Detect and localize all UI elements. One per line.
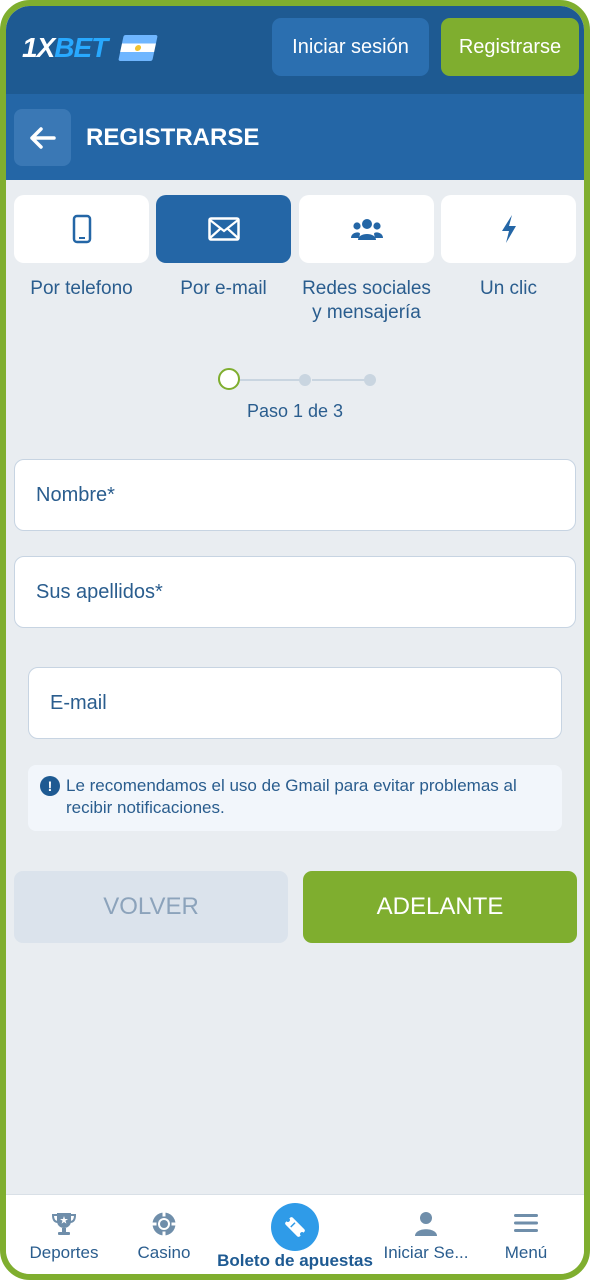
back-button[interactable] [14, 109, 71, 166]
step-connector [312, 379, 368, 381]
gmail-notice: ! Le recomendamos el uso de Gmail para e… [28, 765, 562, 831]
tab-card[interactable] [156, 195, 291, 263]
tab-label: Un clic [479, 278, 537, 299]
nav-item-sports[interactable]: Deportes [10, 1195, 118, 1274]
tab-label-line2: y mensajería [312, 302, 421, 323]
ticket-icon [285, 1217, 305, 1237]
last-name-input[interactable] [36, 580, 575, 604]
tab-label: Redes sociales y mensajería [299, 277, 434, 325]
info-icon: ! [40, 776, 60, 796]
nav-label: Deportes [29, 1243, 99, 1262]
nav-label: Iniciar Se... [383, 1243, 469, 1262]
register-button[interactable]: Registrarse [441, 18, 579, 76]
nav-item-betslip[interactable]: Boleto de apuestas [214, 1195, 376, 1274]
last-name-field[interactable] [14, 556, 576, 628]
step-1-dot [218, 368, 240, 390]
tab-label: Por e-mail [180, 278, 267, 299]
email-field[interactable] [28, 667, 562, 739]
next-step-button[interactable]: ADELANTE [303, 871, 577, 943]
envelope-icon [207, 217, 240, 241]
first-name-field[interactable] [14, 459, 576, 531]
lightning-icon [501, 215, 516, 243]
step-3-dot [364, 374, 376, 386]
phone-icon [72, 214, 91, 244]
bottom-nav: Deportes Casino Boleto de apuestas Inici… [6, 1194, 584, 1274]
tab-phone[interactable]: Por telefono [14, 195, 149, 301]
page-title-bar: REGISTRARSE [6, 94, 584, 180]
tab-label: Por telefono [30, 278, 133, 299]
user-icon [415, 1212, 437, 1236]
nav-item-login[interactable]: Iniciar Se... [376, 1195, 476, 1274]
tab-label-line1: Redes sociales [302, 278, 431, 299]
betslip-circle [271, 1203, 319, 1251]
nav-label: Boleto de apuestas [217, 1251, 373, 1270]
page-title: REGISTRARSE [86, 124, 260, 151]
menu-icon [514, 1214, 538, 1232]
tab-social[interactable]: Redes sociales y mensajería [299, 195, 434, 325]
email-input[interactable] [50, 691, 561, 715]
nav-item-casino[interactable]: Casino [114, 1195, 214, 1274]
trophy-icon [51, 1213, 77, 1235]
argentina-flag-icon [118, 35, 159, 61]
tab-card[interactable] [299, 195, 434, 263]
casino-chip-icon [152, 1212, 176, 1236]
tab-card[interactable] [441, 195, 576, 263]
nav-label: Menú [504, 1243, 548, 1262]
tab-one-click[interactable]: Un clic [441, 195, 576, 301]
arrow-left-icon [29, 126, 56, 149]
tab-card[interactable] [14, 195, 149, 263]
brand-logo[interactable]: 1X BET [22, 32, 159, 64]
login-button[interactable]: Iniciar sesión [272, 18, 429, 76]
logo-1x-text: 1X [22, 32, 55, 63]
step-indicator [218, 368, 378, 392]
first-name-input[interactable] [36, 483, 575, 507]
nav-item-menu[interactable]: Menú [476, 1195, 576, 1274]
nav-label: Casino [137, 1243, 191, 1262]
step-connector [240, 379, 302, 381]
back-step-button[interactable]: VOLVER [14, 871, 288, 943]
app-frame: 1X BET Iniciar sesión Registrarse REGISTR… [0, 0, 590, 1280]
logo-bet-text: BET [54, 32, 108, 63]
notice-text: Le recomendamos el uso de Gmail para evi… [66, 776, 517, 817]
step-text: Paso 1 de 3 [246, 401, 344, 421]
tab-email[interactable]: Por e-mail [156, 195, 291, 301]
step-2-dot [299, 374, 311, 386]
users-icon [350, 219, 383, 240]
top-header: 1X BET Iniciar sesión Registrarse [6, 6, 584, 94]
registration-method-tabs: Por telefono Por e-mail Redes sociales y… [14, 195, 576, 335]
